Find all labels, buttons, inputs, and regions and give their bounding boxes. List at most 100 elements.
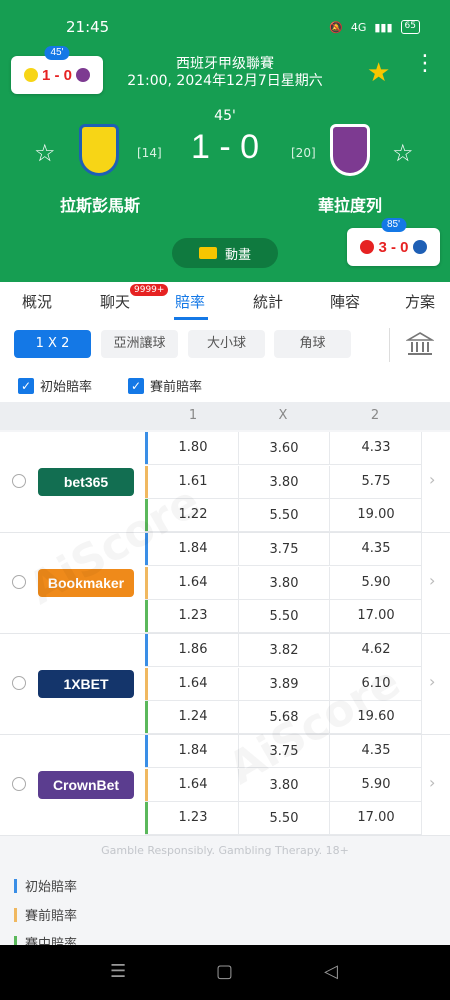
select-radio[interactable] <box>12 474 26 488</box>
away-mini-logo-2 <box>412 240 427 254</box>
match-minute: 45' <box>214 108 236 124</box>
system-nav-bar: ☰ ▢ ◁ <box>0 945 450 1000</box>
odds-home: 1.24 <box>178 709 208 724</box>
animation-button[interactable]: 動畫 <box>172 238 278 268</box>
odds-draw: 3.80 <box>238 465 330 499</box>
select-radio[interactable] <box>12 777 26 791</box>
tab-odds[interactable]: 賠率 <box>175 291 205 312</box>
away-team-name[interactable]: 華拉度列 <box>270 192 430 216</box>
select-radio[interactable] <box>12 676 26 690</box>
match-datetime: 21:00, 2024年12月7日星期六 <box>127 73 323 89</box>
favorite-star-icon[interactable]: ★ <box>367 58 390 88</box>
recent-apps-icon[interactable]: ☰ <box>110 961 126 982</box>
odds-draw: 3.89 <box>238 667 330 701</box>
chevron-right-icon[interactable]: › <box>429 470 435 489</box>
mini-minute: 45' <box>44 46 70 60</box>
status-time: 21:45 <box>66 18 110 36</box>
odds-away: 6.10 <box>361 675 391 691</box>
tab-chat[interactable]: 聊天 <box>100 291 130 312</box>
odds-away: 4.35 <box>361 541 391 556</box>
market-over-under[interactable]: 大小球 <box>188 330 265 358</box>
chat-badge: 9999+ <box>130 284 169 296</box>
tab-overview[interactable]: 概況 <box>22 291 52 312</box>
check-icon: ✓ <box>18 377 34 394</box>
market-1x2[interactable]: 1 X 2 <box>14 330 91 358</box>
odds-draw: 3.75 <box>238 533 330 566</box>
market-corners[interactable]: 角球 <box>274 330 351 358</box>
odds-draw: 3.80 <box>238 566 330 600</box>
bookmaker-logo: 1XBET <box>38 670 134 698</box>
chevron-right-icon[interactable]: › <box>429 571 435 590</box>
prematch-odds-checkbox[interactable]: ✓ 賽前賠率 <box>128 376 202 395</box>
match-score: 1 - 0 <box>190 128 260 166</box>
back-icon[interactable]: ◁ <box>324 961 338 982</box>
odds-row: 1.64 3.80 5.90 <box>145 566 422 600</box>
initial-odds-label: 初始賠率 <box>40 380 93 395</box>
prematch-odds-label: 賽前賠率 <box>150 380 203 395</box>
chevron-right-icon[interactable]: › <box>429 773 435 792</box>
odds-home: 1.64 <box>178 776 208 792</box>
mini-match-card[interactable]: 45' 1 - 0 <box>11 46 103 94</box>
away-follow-star-icon[interactable]: ☆ <box>392 139 414 167</box>
odds-home: 1.23 <box>178 810 208 825</box>
odds-row: 1.64 3.89 6.10 <box>145 667 422 701</box>
odds-row: 1.80 3.60 4.33 <box>145 432 422 465</box>
bookmaker-block[interactable]: CrownBet 1.84 3.75 4.35 1.64 3.80 5.90 1.23 5.50… <box>0 735 450 836</box>
odds-row: 1.84 3.75 4.35 <box>145 533 422 566</box>
mini-match-card-2[interactable]: 85' 3 - 0 <box>347 218 440 266</box>
odds-home: 1.64 <box>178 574 208 590</box>
league-name: 西班牙甲级聯賽 <box>176 56 274 72</box>
odds-home: 1.61 <box>178 473 208 489</box>
tab-stats[interactable]: 統計 <box>253 291 283 312</box>
mini-score-2: 3 - 0 <box>378 238 409 256</box>
odds-draw: 5.68 <box>238 701 330 734</box>
select-radio[interactable] <box>12 575 26 589</box>
initial-odds-checkbox[interactable]: ✓ 初始賠率 <box>18 376 92 395</box>
system-icons: 🔕 4G ▮▮▮ 65 <box>329 20 420 34</box>
mini-score: 1 - 0 <box>41 66 72 84</box>
legend-prematch: 賽前賠率 <box>14 905 77 924</box>
home-team-logo <box>79 124 119 176</box>
bookmaker-block[interactable]: Bookmaker 1.84 3.75 4.35 1.64 3.80 5.90 1.23 5.5… <box>0 533 450 634</box>
odds-home: 1.80 <box>178 440 208 455</box>
chevron-right-icon[interactable]: › <box>429 672 435 691</box>
tab-tips[interactable]: 方案 <box>405 291 435 312</box>
odds-filters: 1 X 2 亞洲讓球 大小球 角球 ✓ 初始賠率 ✓ 賽前賠率 <box>0 320 450 402</box>
odds-row: 1.61 3.80 5.75 <box>145 465 422 499</box>
gamble-note: Gamble Responsibly. Gambling Therapy. 18… <box>101 844 349 857</box>
odds-home: 1.22 <box>178 507 208 522</box>
pitch-icon <box>198 247 217 259</box>
odds-away: 5.90 <box>361 776 391 792</box>
tab-lineup[interactable]: 陣容 <box>330 291 360 312</box>
mute-icon: 🔕 <box>329 20 343 34</box>
match-header: 21:45 🔕 4G ▮▮▮ 65 45' 1 - 0 西班牙甲级聯賽 21:0… <box>0 0 450 282</box>
bookmaker-block[interactable]: bet365 1.80 3.60 4.33 1.61 3.80 5.75 1.22 5.50 19… <box>0 432 450 533</box>
odds-home: 1.84 <box>178 743 208 758</box>
more-menu-icon[interactable]: ⋮ <box>414 53 436 75</box>
odds-row: 1.64 3.80 5.90 <box>145 768 422 802</box>
col-home: 1 <box>188 408 198 423</box>
bookmaker-block[interactable]: 1XBET 1.86 3.82 4.62 1.64 3.89 6.10 1.24 5.68 19.… <box>0 634 450 735</box>
battery-icon: 65 <box>400 20 420 34</box>
odds-row: 1.84 3.75 4.35 <box>145 735 422 768</box>
status-bar: 21:45 🔕 4G ▮▮▮ 65 <box>0 18 450 40</box>
odds-row: 1.86 3.82 4.62 <box>145 634 422 667</box>
bank-icon[interactable] <box>406 330 434 358</box>
odds-home: 1.86 <box>178 642 208 657</box>
bookmaker-logo: bet365 <box>38 468 134 496</box>
legend-label: 初始賠率 <box>25 880 78 895</box>
league-info: 西班牙甲级聯賽 21:00, 2024年12月7日星期六 <box>100 56 350 90</box>
col-draw: X <box>278 408 288 423</box>
odds-away: 4.62 <box>361 642 391 657</box>
odds-row: 1.23 5.50 17.00 <box>145 600 422 633</box>
market-asian-handicap[interactable]: 亞洲讓球 <box>101 330 178 358</box>
home-team-name[interactable]: 拉斯彭馬斯 <box>20 192 180 216</box>
odds-row: 1.22 5.50 19.00 <box>145 499 422 532</box>
home-mini-logo-2 <box>360 240 375 254</box>
filter-divider <box>389 328 390 362</box>
home-follow-star-icon[interactable]: ☆ <box>34 139 56 167</box>
home-icon[interactable]: ▢ <box>216 961 233 982</box>
wifi-icon: ▮▮▮ <box>374 20 393 34</box>
odds-home: 1.84 <box>178 541 208 556</box>
odds-draw: 5.50 <box>238 600 330 633</box>
